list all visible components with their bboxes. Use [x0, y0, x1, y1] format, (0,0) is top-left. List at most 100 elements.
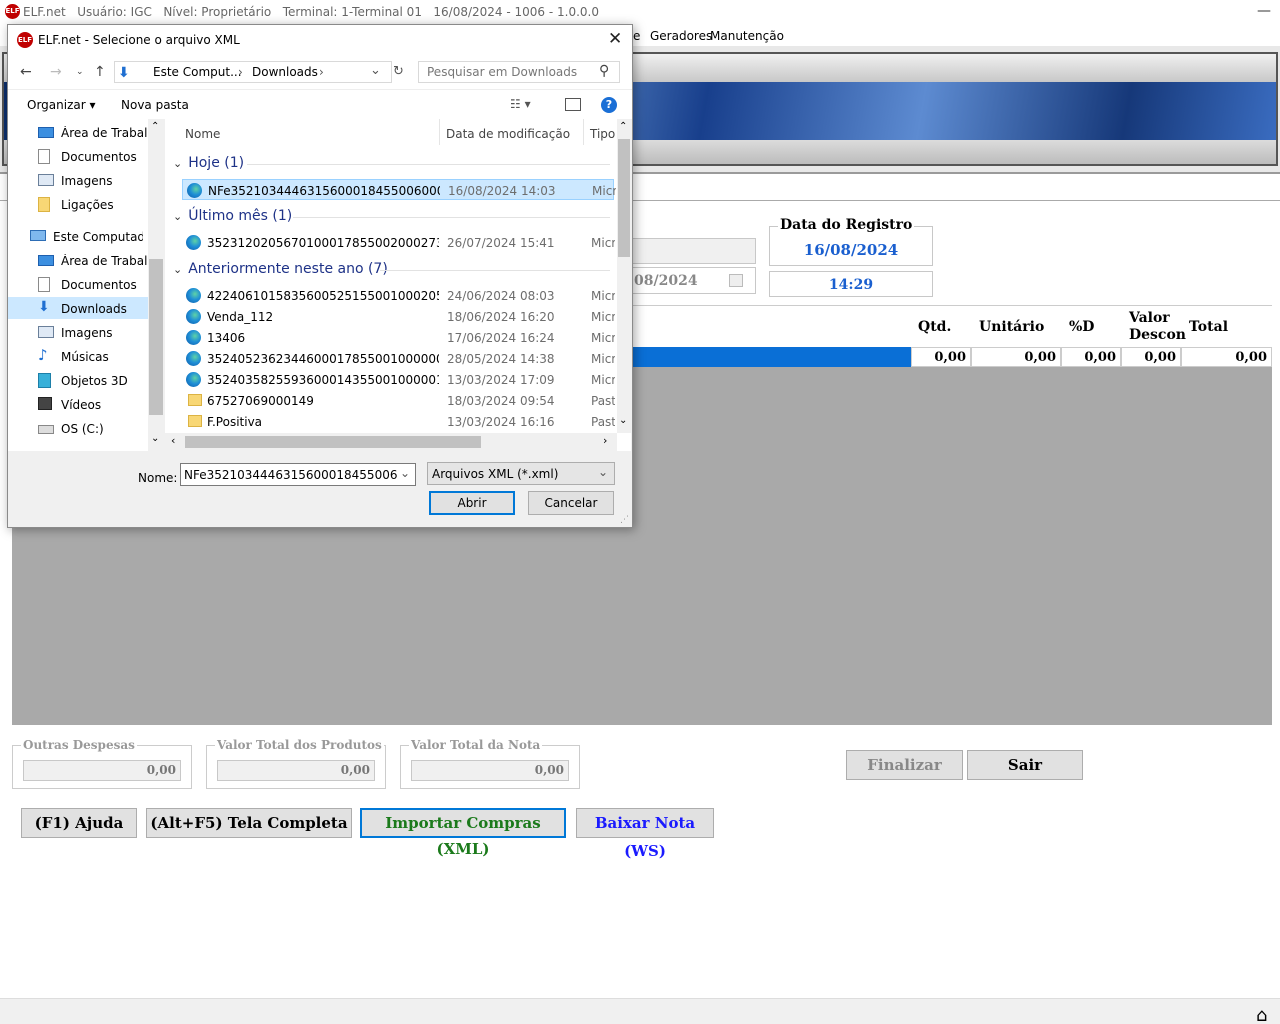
- breadcrumb-separator-icon[interactable]: ›: [319, 65, 324, 79]
- nav-item-label: Objetos 3D: [61, 374, 128, 388]
- chevron-down-icon[interactable]: ⌄: [370, 63, 381, 78]
- cell-unitario[interactable]: 0,00: [971, 347, 1061, 367]
- cell-valor-descon[interactable]: 0,00: [1121, 347, 1181, 367]
- file-row[interactable]: 13406 17/06/2024 16:24 Micr: [182, 327, 615, 348]
- close-icon[interactable]: ✕: [608, 29, 622, 49]
- dialog-logo-icon: ELF: [17, 32, 33, 48]
- date-picker[interactable]: 08/2024: [630, 267, 756, 294]
- file-row[interactable]: 42240610158356005251550010002059761 9...…: [182, 285, 615, 306]
- resize-grip-icon[interactable]: ⋰: [620, 515, 629, 525]
- column-type[interactable]: Tipo: [590, 127, 615, 141]
- scroll-up-icon[interactable]: ⌃: [619, 121, 627, 132]
- file-row[interactable]: F.Positiva 13/03/2024 16:16 Pasta: [182, 411, 615, 432]
- scroll-left-icon[interactable]: ‹: [171, 434, 175, 447]
- nav-item-m-sicas[interactable]: ♪ Músicas: [38, 346, 148, 368]
- preview-pane-icon[interactable]: [565, 98, 581, 111]
- recent-chevron-icon[interactable]: ⌄: [76, 67, 84, 77]
- file-list-vscrollbar[interactable]: ⌃ ⌄: [617, 119, 631, 433]
- valor-nota-field[interactable]: 0,00: [411, 760, 569, 781]
- search-box[interactable]: Pesquisar em Downloads ⚲: [418, 61, 620, 83]
- tela-completa-button[interactable]: (Alt+F5) Tela Completa: [146, 808, 352, 838]
- file-row[interactable]: Venda_112 18/06/2024 16:20 Micr: [182, 306, 615, 327]
- chevron-down-icon[interactable]: ⌄: [598, 465, 608, 479]
- menu-item-partial[interactable]: e: [633, 29, 640, 43]
- nav-scrollbar[interactable]: ⌃ ⌄: [148, 119, 164, 451]
- calendar-icon[interactable]: [729, 274, 743, 287]
- date-picker-value: 08/2024: [634, 273, 698, 289]
- file-list-hscrollbar[interactable]: ‹ ›: [165, 433, 617, 451]
- scroll-right-icon[interactable]: ›: [603, 434, 607, 447]
- edge-file-icon: [186, 351, 201, 366]
- menu-item-geradores[interactable]: Geradores: [650, 29, 712, 43]
- valor-produtos-field[interactable]: 0,00: [217, 760, 375, 781]
- nav-item-este-computador[interactable]: Este Computador: [30, 226, 143, 248]
- cell-desc-pct[interactable]: 0,00: [1061, 347, 1121, 367]
- nav-item-documentos[interactable]: Documentos: [38, 274, 148, 296]
- search-icon: ⚲: [599, 63, 610, 79]
- new-folder-button[interactable]: Nova pasta: [121, 98, 189, 112]
- sair-button[interactable]: Sair: [967, 750, 1083, 780]
- nav-item-objetos-3d[interactable]: Objetos 3D: [38, 370, 148, 392]
- nav-item-imagens[interactable]: Imagens: [38, 322, 148, 344]
- file-row[interactable]: 67527069000149 18/03/2024 09:54 Pasta: [182, 390, 615, 411]
- nav-scroll-thumb[interactable]: [149, 259, 163, 415]
- file-row[interactable]: 35240358255936000143550010000018431 5...…: [182, 369, 615, 390]
- cancel-button[interactable]: Cancelar: [528, 491, 614, 515]
- file-group-header[interactable]: ⌄ Anteriormente neste ano (7): [173, 261, 388, 277]
- organize-button[interactable]: Organizar ▾: [27, 98, 96, 112]
- nav-item-label: Ligações: [61, 198, 114, 212]
- home-icon[interactable]: ⌂: [1256, 1005, 1267, 1024]
- importar-xml-button[interactable]: Importar Compras (XML): [360, 808, 566, 858]
- file-row[interactable]: NFe35210344463156000184550060003993... 16…: [182, 179, 616, 200]
- nav-item-v-deos[interactable]: Vídeos: [38, 394, 148, 416]
- file-group-header[interactable]: ⌄ Último mês (1): [173, 208, 292, 224]
- nav-item-downloads[interactable]: ⬇ Downloads: [38, 298, 148, 320]
- collapse-chevron-icon[interactable]: ⌄: [173, 263, 182, 276]
- collapse-chevron-icon[interactable]: ⌄: [173, 210, 182, 223]
- file-list-hscroll-thumb[interactable]: [185, 436, 481, 448]
- up-icon[interactable]: ↑: [94, 64, 106, 80]
- forward-icon[interactable]: →: [50, 64, 62, 80]
- open-button[interactable]: Abrir: [429, 491, 515, 515]
- file-name: F.Positiva: [207, 415, 263, 429]
- back-icon[interactable]: ←: [20, 64, 32, 80]
- breadcrumb-computer[interactable]: Este Comput...: [153, 65, 242, 79]
- column-modified[interactable]: Data de modificação: [446, 127, 570, 141]
- scroll-down-icon[interactable]: ⌄: [619, 415, 627, 426]
- help-icon[interactable]: ?: [601, 97, 617, 113]
- file-type: Micr: [591, 289, 615, 303]
- column-name[interactable]: Nome: [185, 127, 220, 141]
- outras-despesas-field[interactable]: 0,00: [23, 760, 181, 781]
- file-row[interactable]: 35231202056701000178550020002735701 1...…: [182, 232, 615, 253]
- nav-item-imagens[interactable]: Imagens: [38, 170, 148, 192]
- menu-item-manutencao[interactable]: Manutenção: [710, 29, 784, 43]
- view-options-icon[interactable]: ☷ ▾: [510, 97, 531, 111]
- minimize-icon[interactable]: —: [1257, 3, 1271, 19]
- statusbar: [0, 998, 1280, 1024]
- file-list-vscroll-thumb[interactable]: [618, 139, 630, 257]
- nav-item-os-c-[interactable]: OS (C:): [38, 418, 148, 440]
- nav-item--rea-de-trabalho[interactable]: Área de Trabalho: [38, 250, 151, 272]
- nav-item-documentos[interactable]: Documentos: [38, 146, 148, 168]
- scroll-down-icon[interactable]: ⌄: [151, 433, 159, 444]
- scroll-up-icon[interactable]: ⌃: [151, 121, 159, 132]
- cell-total[interactable]: 0,00: [1181, 347, 1272, 367]
- filename-input[interactable]: NFe35210344463156000184550060003993 ⌄: [180, 463, 416, 486]
- ajuda-button[interactable]: (F1) Ajuda: [21, 808, 137, 838]
- breadcrumb-separator-icon[interactable]: ›: [238, 65, 243, 79]
- finalizar-button[interactable]: Finalizar: [846, 750, 963, 780]
- baixar-nota-button[interactable]: Baixar Nota (WS): [576, 808, 714, 860]
- file-row[interactable]: 35240523623446000178550010000000613... 28…: [182, 348, 615, 369]
- file-name: 42240610158356005251550010002059761 9...: [207, 289, 439, 303]
- file-group-header[interactable]: ⌄ Hoje (1): [173, 155, 244, 171]
- cell-qtd[interactable]: 0,00: [911, 347, 971, 367]
- nav-item-liga-es[interactable]: Ligações: [38, 194, 148, 216]
- edge-file-icon: [186, 309, 201, 324]
- collapse-chevron-icon[interactable]: ⌄: [173, 157, 182, 170]
- nav-item--rea-de-trabalho[interactable]: Área de Trabalho: [38, 122, 151, 144]
- address-bar[interactable]: ⬇ Este Comput... › Downloads › ⌄ ↻: [114, 61, 404, 83]
- col-total: Total: [1189, 319, 1229, 335]
- breadcrumb-downloads[interactable]: Downloads: [252, 65, 318, 79]
- filetype-select[interactable]: Arquivos XML (*.xml) ⌄: [427, 462, 615, 485]
- refresh-icon[interactable]: ↻: [393, 64, 404, 79]
